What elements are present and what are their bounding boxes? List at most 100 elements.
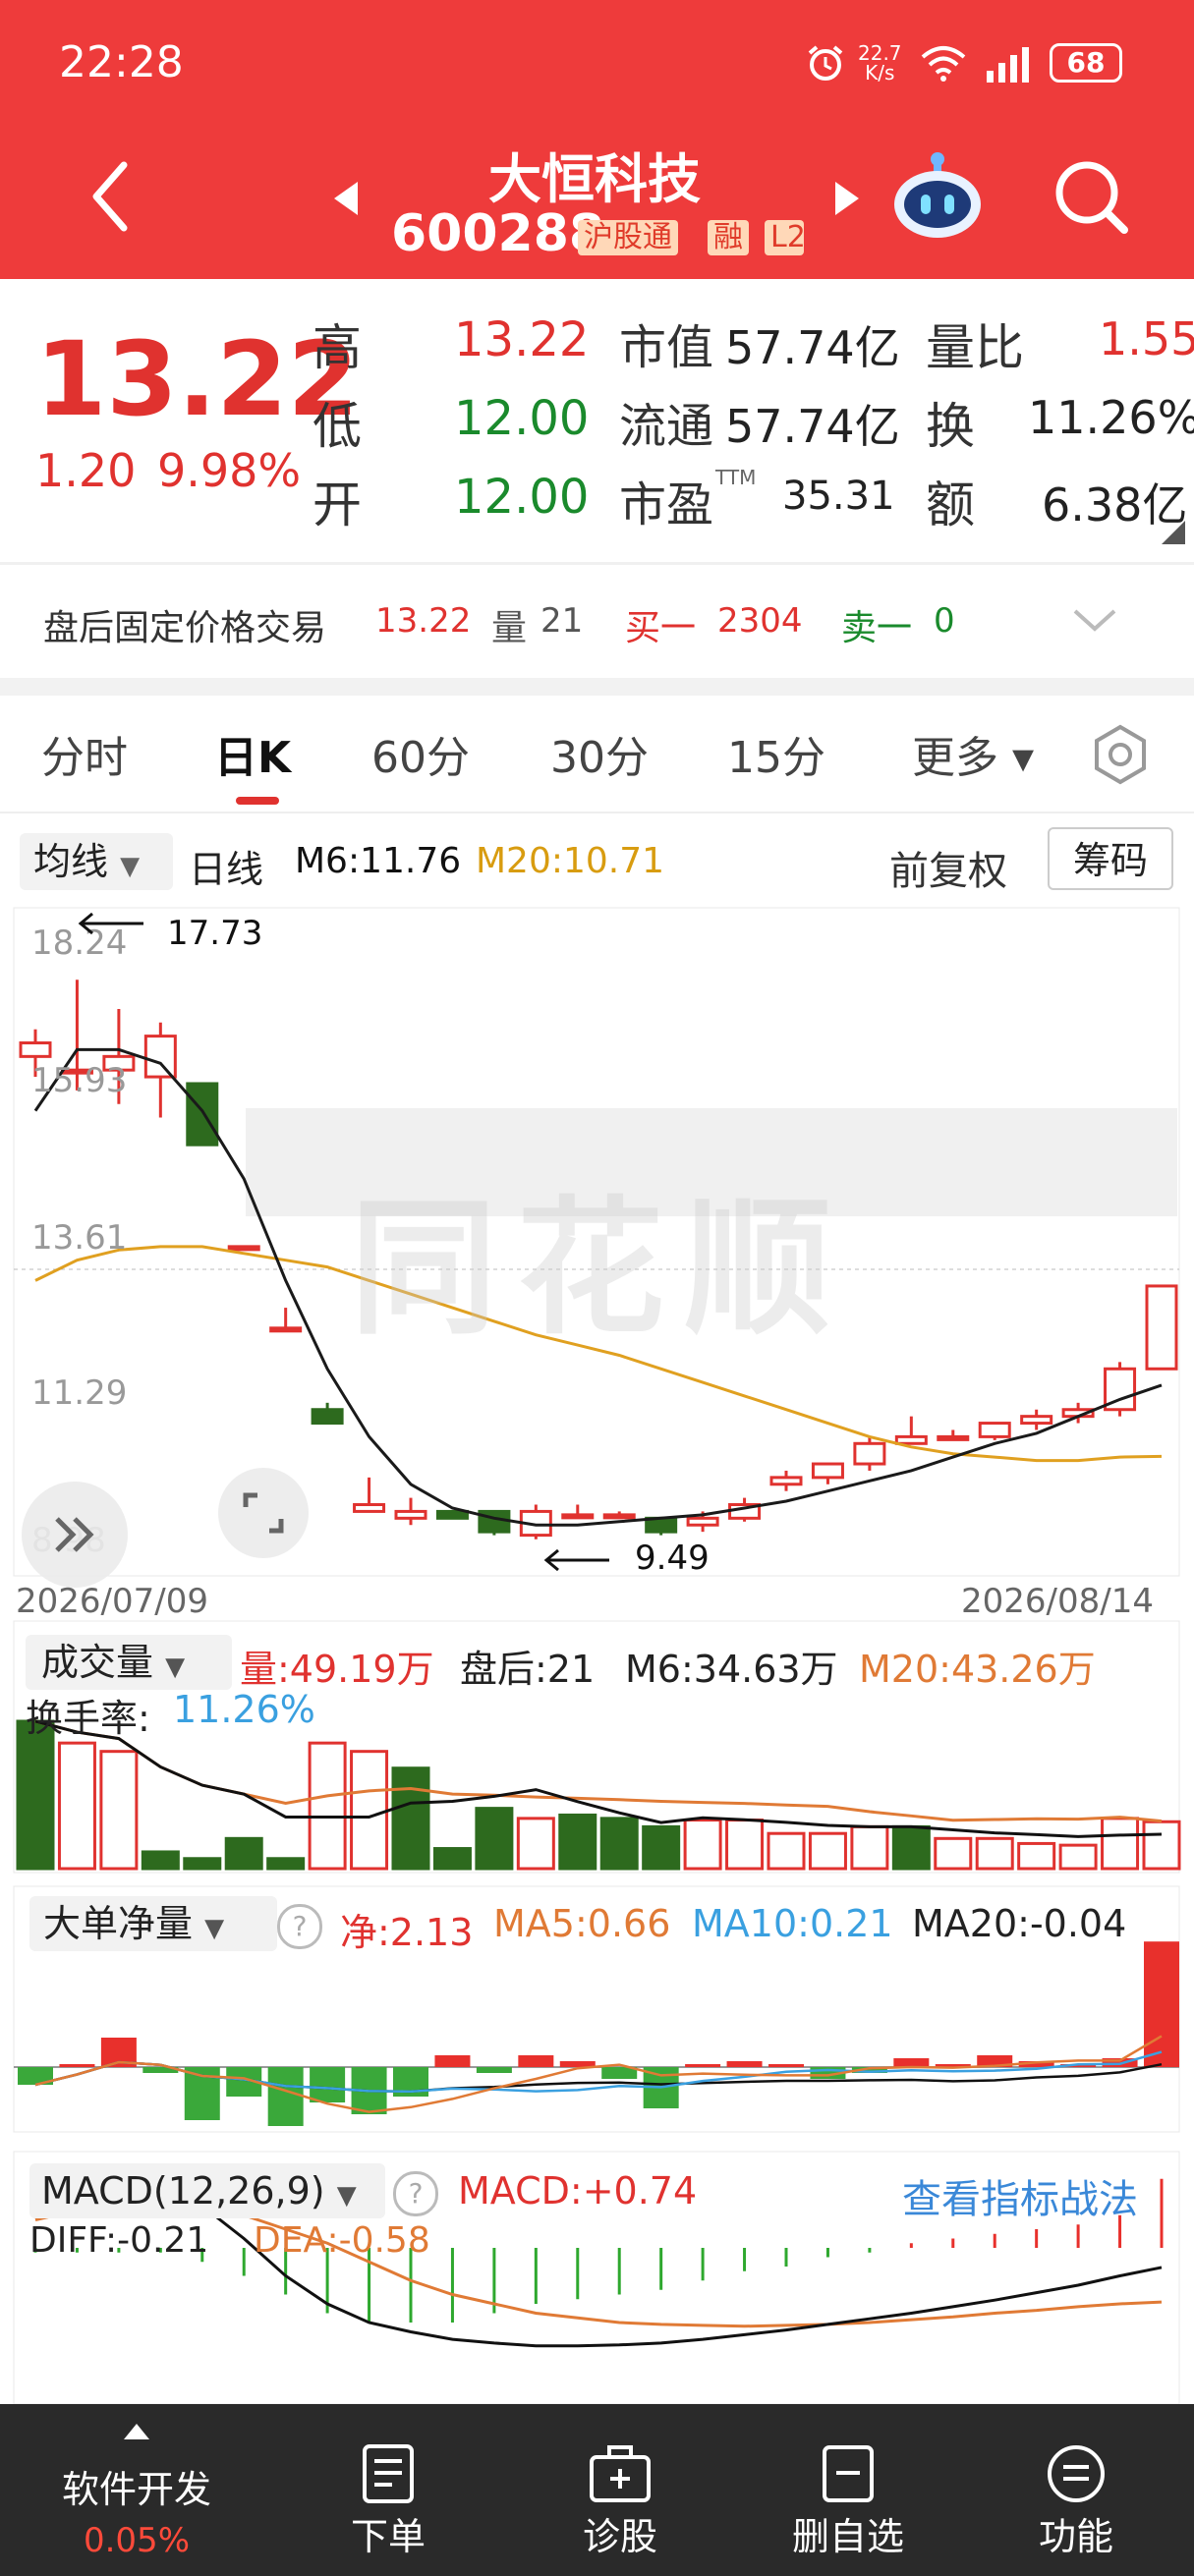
float-label: 流通 (619, 399, 714, 454)
caret-up-icon (124, 2424, 149, 2439)
search-icon[interactable] (1052, 157, 1130, 240)
volume-bar (516, 1817, 555, 1871)
volume-bar (850, 1824, 889, 1871)
turnover-rate-value: 11.26% (173, 1688, 315, 1731)
expand-button[interactable] (22, 1482, 128, 1588)
ma-select[interactable]: 均线 ▼ (20, 833, 173, 890)
bigorder-ma10: MA10:0.21 (692, 1902, 893, 1945)
afterhours-vol: 21 (540, 601, 584, 641)
chips-button[interactable]: 筹码 (1048, 827, 1173, 890)
l2-badge: L2 (765, 220, 804, 255)
help-icon[interactable]: ? (277, 1904, 322, 1949)
volume-bar (934, 1836, 973, 1871)
volume-select[interactable]: 成交量 ▼ (26, 1635, 232, 1690)
nav-remove-watch-label: 删自选 (791, 2515, 904, 2558)
bigorder-select[interactable]: 大单净量 ▼ (29, 1896, 277, 1951)
caret-down-icon: ▼ (204, 1914, 225, 1943)
tab-3[interactable]: 30分 (550, 722, 649, 785)
tab-5[interactable]: 更多 ▾ (912, 722, 1034, 785)
buy1-label: 买一 (625, 608, 697, 648)
volume-bar (99, 1750, 139, 1871)
nav-order[interactable]: 下单 (305, 2404, 472, 2560)
header-bar: 22:28 22.7 K/s 68 大恒科技 600288 沪股通 融 L2 (0, 0, 1194, 279)
sell1-value: 0 (934, 601, 955, 641)
afterhours-volume: 盘后:21 (460, 1648, 596, 1691)
ma-select-label: 均线 (33, 840, 109, 883)
volume-bar (266, 1857, 306, 1871)
bigorder-bar (1144, 1941, 1179, 2067)
candle-body (269, 1326, 303, 1333)
candle-body (561, 1513, 595, 1520)
watermark: 同花顺 (350, 1184, 852, 1355)
pe-ttm-sup: TTM (715, 466, 757, 489)
bottom-nav: 软件开发 0.05% 下单 诊股 删自选 功能 (0, 2404, 1194, 2576)
nav-remove-watch[interactable]: 删自选 (765, 2404, 932, 2560)
y-tick-label: 11.29 (31, 1373, 128, 1413)
turnover-rate-label: 换手率: (26, 1697, 150, 1740)
bigorder-ma20: MA20:-0.04 (912, 1902, 1127, 1945)
strategy-link[interactable]: 查看指标战法 (902, 2167, 1138, 2224)
adjust-button[interactable]: 前复权 (889, 839, 1007, 896)
divider (0, 562, 1194, 565)
volume-bar (642, 1824, 681, 1871)
tab-2[interactable]: 60分 (371, 722, 470, 785)
margin-badge: 融 (708, 220, 749, 255)
open-value: 12.00 (454, 470, 590, 525)
tab-1[interactable]: 日K (214, 722, 291, 805)
candle-body (853, 1441, 886, 1466)
chevron-down-icon[interactable] (1071, 607, 1118, 635)
afterhours-label: 盘后固定价格交易 (43, 608, 327, 648)
macd-value: MACD:+0.74 (458, 2169, 698, 2212)
date-end: 2026/08/14 (961, 1582, 1154, 1621)
afterhours-vol-label: 量 (491, 608, 528, 648)
nav-diagnose[interactable]: 诊股 (537, 2404, 704, 2560)
battery-indicator: 68 (1050, 43, 1122, 83)
robot-assistant-icon[interactable] (888, 147, 987, 250)
candle-body (394, 1509, 427, 1520)
nav-functions[interactable]: 功能 (993, 2404, 1160, 2560)
m20-value: M20:10.71 (476, 841, 665, 881)
nav-dev[interactable]: 软件开发 0.05% (53, 2404, 220, 2560)
low-value: 12.00 (454, 391, 590, 446)
volume-bar (1142, 1820, 1181, 1871)
active-tab-indicator (236, 797, 279, 805)
volume-bar (141, 1850, 180, 1871)
m6-value: M6:11.76 (295, 841, 462, 881)
corner-triangle-icon (1162, 521, 1185, 544)
candle-body (894, 1434, 928, 1445)
next-stock-icon[interactable] (833, 180, 861, 221)
volume-bar (391, 1766, 430, 1871)
volume-bar (1058, 1843, 1098, 1871)
tab-0[interactable]: 分时 (41, 722, 128, 785)
candle-body (1145, 1284, 1178, 1371)
volume-bar (1017, 1841, 1056, 1871)
candle-body (937, 1434, 970, 1441)
bigorder-bar (434, 2055, 471, 2067)
wifi-icon (919, 43, 968, 86)
min-price-note: 9.49 (635, 1539, 710, 1578)
y-tick-label: 13.61 (31, 1218, 128, 1258)
bigorder-bar (476, 2067, 512, 2073)
macd-select[interactable]: MACD(12,26,9) ▼ (29, 2163, 385, 2218)
bigorder-bar (267, 2067, 304, 2126)
settings-hex-icon[interactable] (1089, 723, 1152, 790)
status-time: 22:28 (59, 37, 184, 87)
afterhours-row[interactable]: 盘后固定价格交易 13.22 量 21 买一 2304 卖一 0 (0, 568, 1194, 678)
section-gap (0, 678, 1194, 696)
net-speed: 22.7 K/s (858, 43, 902, 83)
order-icon (363, 2444, 414, 2503)
help-icon[interactable]: ? (393, 2171, 438, 2216)
prev-stock-icon[interactable] (332, 180, 360, 221)
tab-4[interactable]: 15分 (727, 722, 825, 785)
amount-label: 额 (926, 476, 975, 533)
bigorder-net: 净:2.13 (340, 1911, 474, 1954)
back-icon[interactable] (86, 157, 136, 240)
fullscreen-button[interactable] (218, 1468, 309, 1558)
period-label: 日线 (189, 848, 264, 891)
candle-body (435, 1509, 469, 1520)
volume-bar (16, 1719, 55, 1871)
candle-body (686, 1516, 719, 1527)
candle-body (19, 1041, 52, 1058)
stock-name: 大恒科技 (488, 148, 701, 210)
volume-bar (308, 1741, 347, 1871)
